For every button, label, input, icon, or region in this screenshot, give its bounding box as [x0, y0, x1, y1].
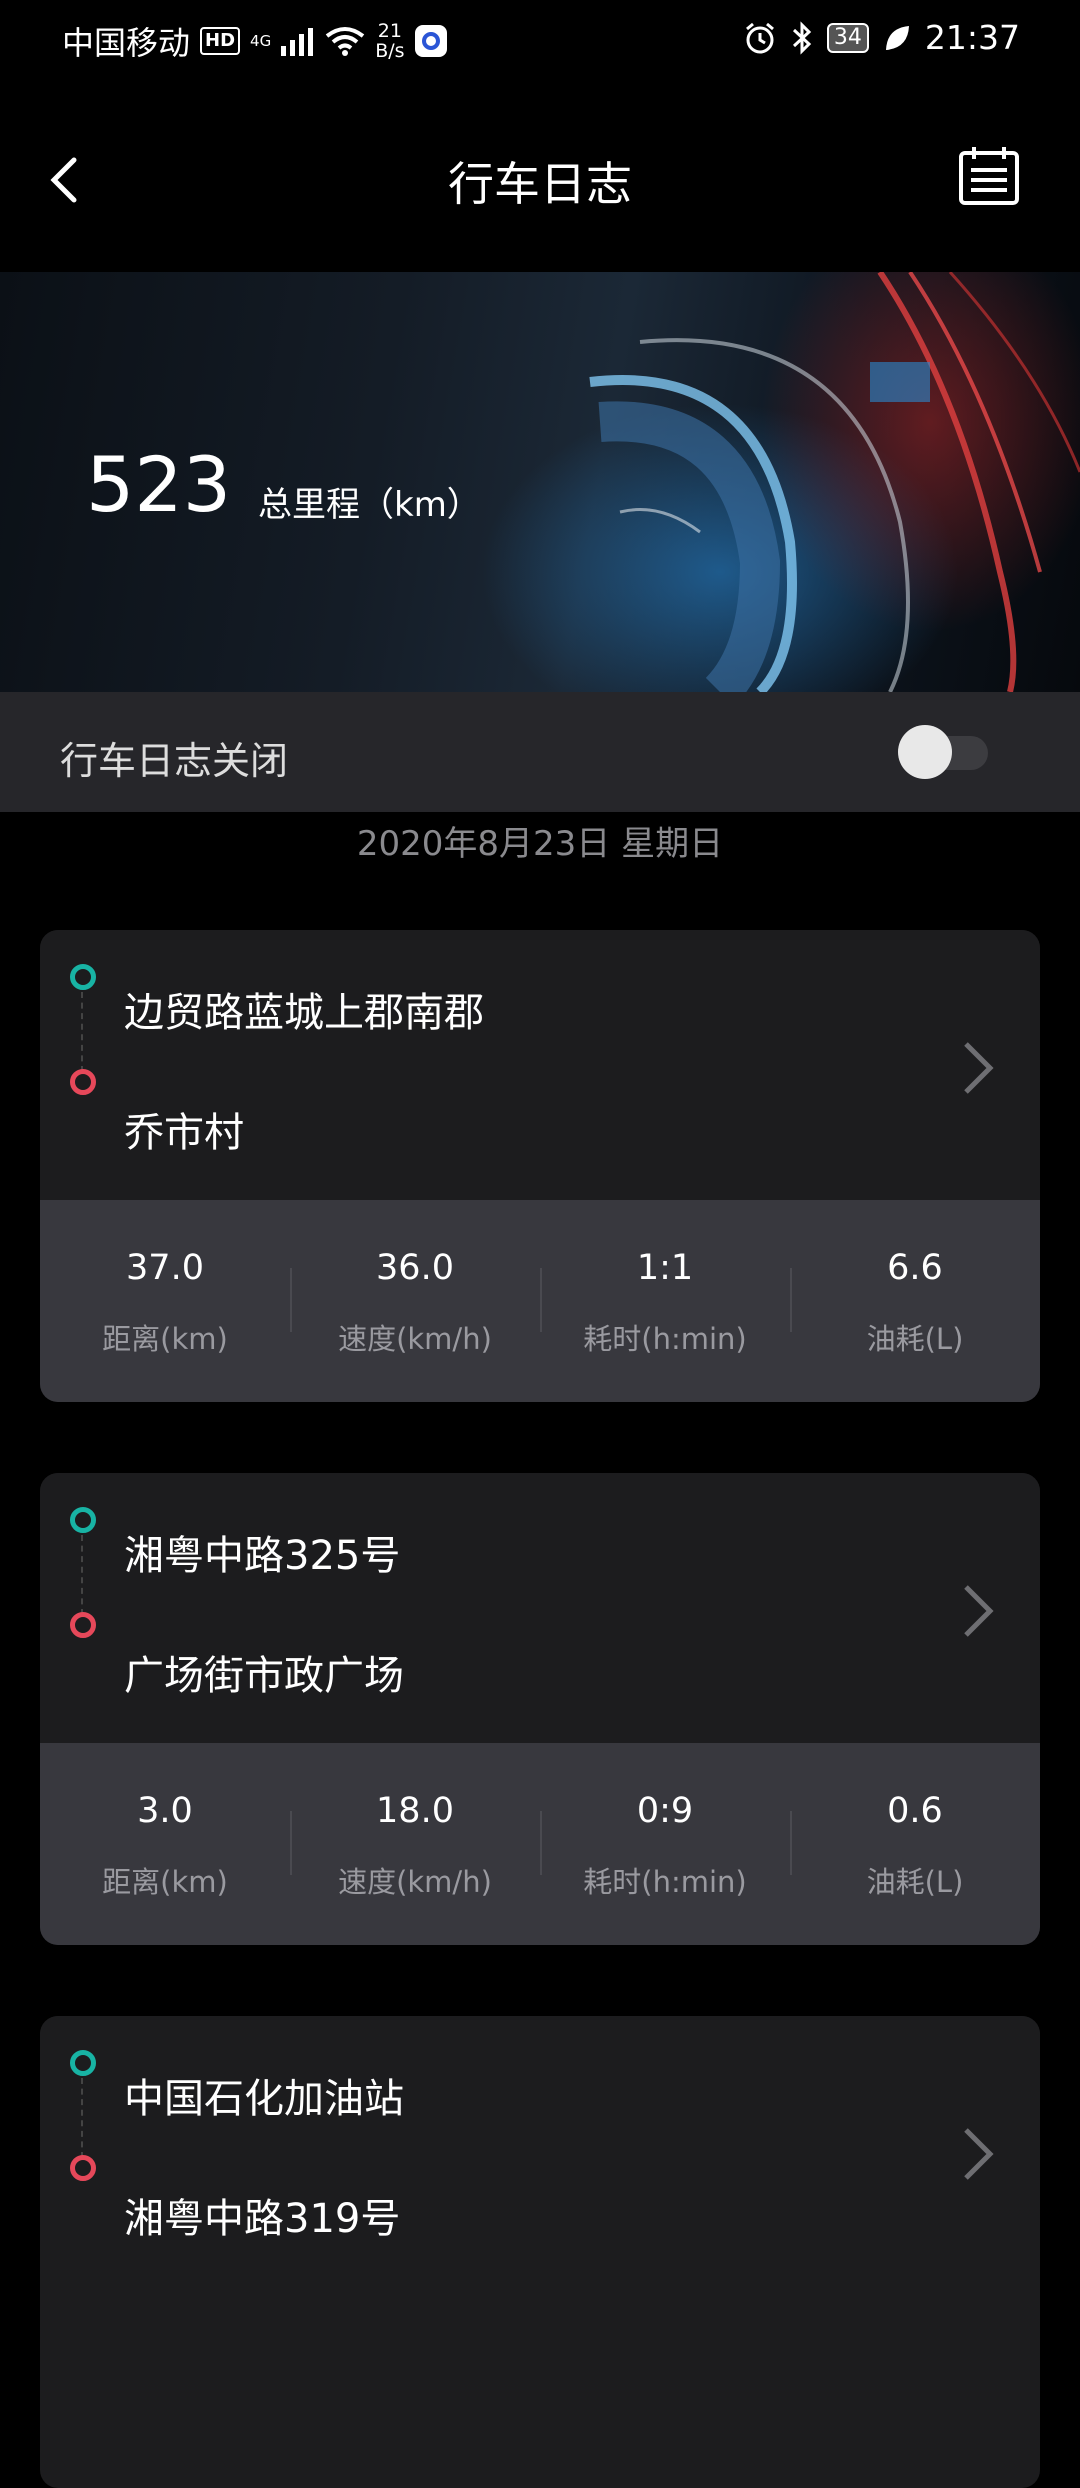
- bluetooth-icon: [792, 20, 812, 55]
- nav-bar: 行车日志: [0, 100, 1080, 260]
- status-bar: 中国移动 HD 4G 21 B/s 34 21:37: [0, 0, 1080, 80]
- start-point-icon: [70, 2050, 96, 2076]
- stat-value: 37.0: [126, 1248, 204, 1288]
- switch-knob: [898, 725, 952, 779]
- route-line: [81, 992, 83, 1072]
- stat-value: 3.0: [137, 1791, 193, 1831]
- speed-value: 21: [377, 20, 402, 42]
- trip-end-address: 湘粤中路319号: [124, 2196, 401, 2242]
- trip-start-address: 边贸路蓝城上郡南郡: [124, 990, 484, 1036]
- total-mileage-label: 总里程（km）: [258, 485, 481, 525]
- stat-value: 18.0: [376, 1791, 454, 1831]
- trip-start-address: 中国石化加油站: [124, 2076, 404, 2122]
- battery-level: 34: [833, 24, 862, 50]
- carrier-name: 中国移动: [62, 24, 191, 62]
- stat-value: 6.6: [887, 1248, 943, 1288]
- end-point-icon: [70, 1069, 96, 1095]
- stat-speed: 36.0 速度(km/h): [290, 1200, 540, 1402]
- network-speed: 21 B/s: [375, 21, 404, 61]
- trip-card[interactable]: 中国石化加油站 湘粤中路319号: [40, 2016, 1040, 2488]
- trip-card[interactable]: 边贸路蓝城上郡南郡 乔市村 37.0 距离(km) 36.0 速度(km/h) …: [40, 930, 1040, 1402]
- end-point-icon: [70, 2155, 96, 2181]
- stat-value: 1:1: [636, 1248, 694, 1288]
- stat-label: 速度(km/h): [338, 1865, 492, 1899]
- start-point-icon: [70, 964, 96, 990]
- chevron-right-icon[interactable]: [960, 1581, 996, 1641]
- chevron-right-icon[interactable]: [960, 2124, 996, 2184]
- calendar-icon[interactable]: [958, 144, 1020, 206]
- end-point-icon: [70, 1612, 96, 1638]
- trip-end-address: 乔市村: [124, 1110, 244, 1156]
- route-line: [81, 2078, 83, 2158]
- trip-card[interactable]: 湘粤中路325号 广场街市政广场 3.0 距离(km) 18.0 速度(km/h…: [40, 1473, 1040, 1945]
- stat-label: 油耗(L): [866, 1865, 964, 1899]
- trip-end-address: 广场街市政广场: [124, 1653, 404, 1699]
- clock: 21:37: [924, 18, 1020, 57]
- driving-log-switch[interactable]: [898, 725, 988, 779]
- chevron-right-icon[interactable]: [960, 1038, 996, 1098]
- stat-speed: 18.0 速度(km/h): [290, 1743, 540, 1945]
- stat-duration: 0:9 耗时(h:min): [540, 1743, 790, 1945]
- leaf-icon: [885, 25, 909, 50]
- mileage-banner: 523 总里程（km）: [0, 272, 1080, 692]
- trip-route: 湘粤中路325号 广场街市政广场: [40, 1473, 1040, 1743]
- stat-label: 耗时(h:min): [583, 1322, 747, 1356]
- stat-label: 速度(km/h): [338, 1322, 492, 1356]
- stat-value: 36.0: [376, 1248, 454, 1288]
- stat-fuel: 6.6 油耗(L): [790, 1200, 1040, 1402]
- stat-duration: 1:1 耗时(h:min): [540, 1200, 790, 1402]
- stat-value: 0:9: [636, 1791, 694, 1831]
- date-header: 2020年8月23日 星期日: [356, 824, 724, 864]
- stat-label: 距离(km): [102, 1322, 228, 1356]
- app-notification-icon: [414, 25, 447, 57]
- stat-distance: 3.0 距离(km): [40, 1743, 290, 1945]
- stat-distance: 37.0 距离(km): [40, 1200, 290, 1402]
- route-line: [81, 1535, 83, 1615]
- alarm-icon: [745, 22, 774, 53]
- signal-icon: [281, 28, 314, 56]
- trip-start-address: 湘粤中路325号: [124, 1533, 401, 1579]
- network-type: 4G: [250, 31, 272, 50]
- trip-route: 边贸路蓝城上郡南郡 乔市村: [40, 930, 1040, 1200]
- start-point-icon: [70, 1507, 96, 1533]
- stat-label: 耗时(h:min): [583, 1865, 747, 1899]
- stat-value: 0.6: [887, 1791, 943, 1831]
- trip-route: 中国石化加油站 湘粤中路319号: [40, 2016, 1040, 2286]
- wifi-icon: [325, 27, 365, 56]
- stat-label: 距离(km): [102, 1865, 228, 1899]
- trip-stats: 37.0 距离(km) 36.0 速度(km/h) 1:1 耗时(h:min) …: [40, 1200, 1040, 1402]
- stat-label: 油耗(L): [866, 1322, 964, 1356]
- total-mileage-value: 523: [86, 440, 232, 529]
- driving-log-toggle-row: 行车日志关闭: [0, 692, 1080, 812]
- hd-badge: HD: [200, 27, 241, 55]
- toggle-label: 行车日志关闭: [60, 739, 289, 783]
- stat-fuel: 0.6 油耗(L): [790, 1743, 1040, 1945]
- page-title: 行车日志: [448, 157, 632, 211]
- trip-stats: 3.0 距离(km) 18.0 速度(km/h) 0:9 耗时(h:min) 0…: [40, 1743, 1040, 1945]
- speed-unit: B/s: [375, 40, 405, 62]
- battery-icon: 34: [826, 22, 869, 53]
